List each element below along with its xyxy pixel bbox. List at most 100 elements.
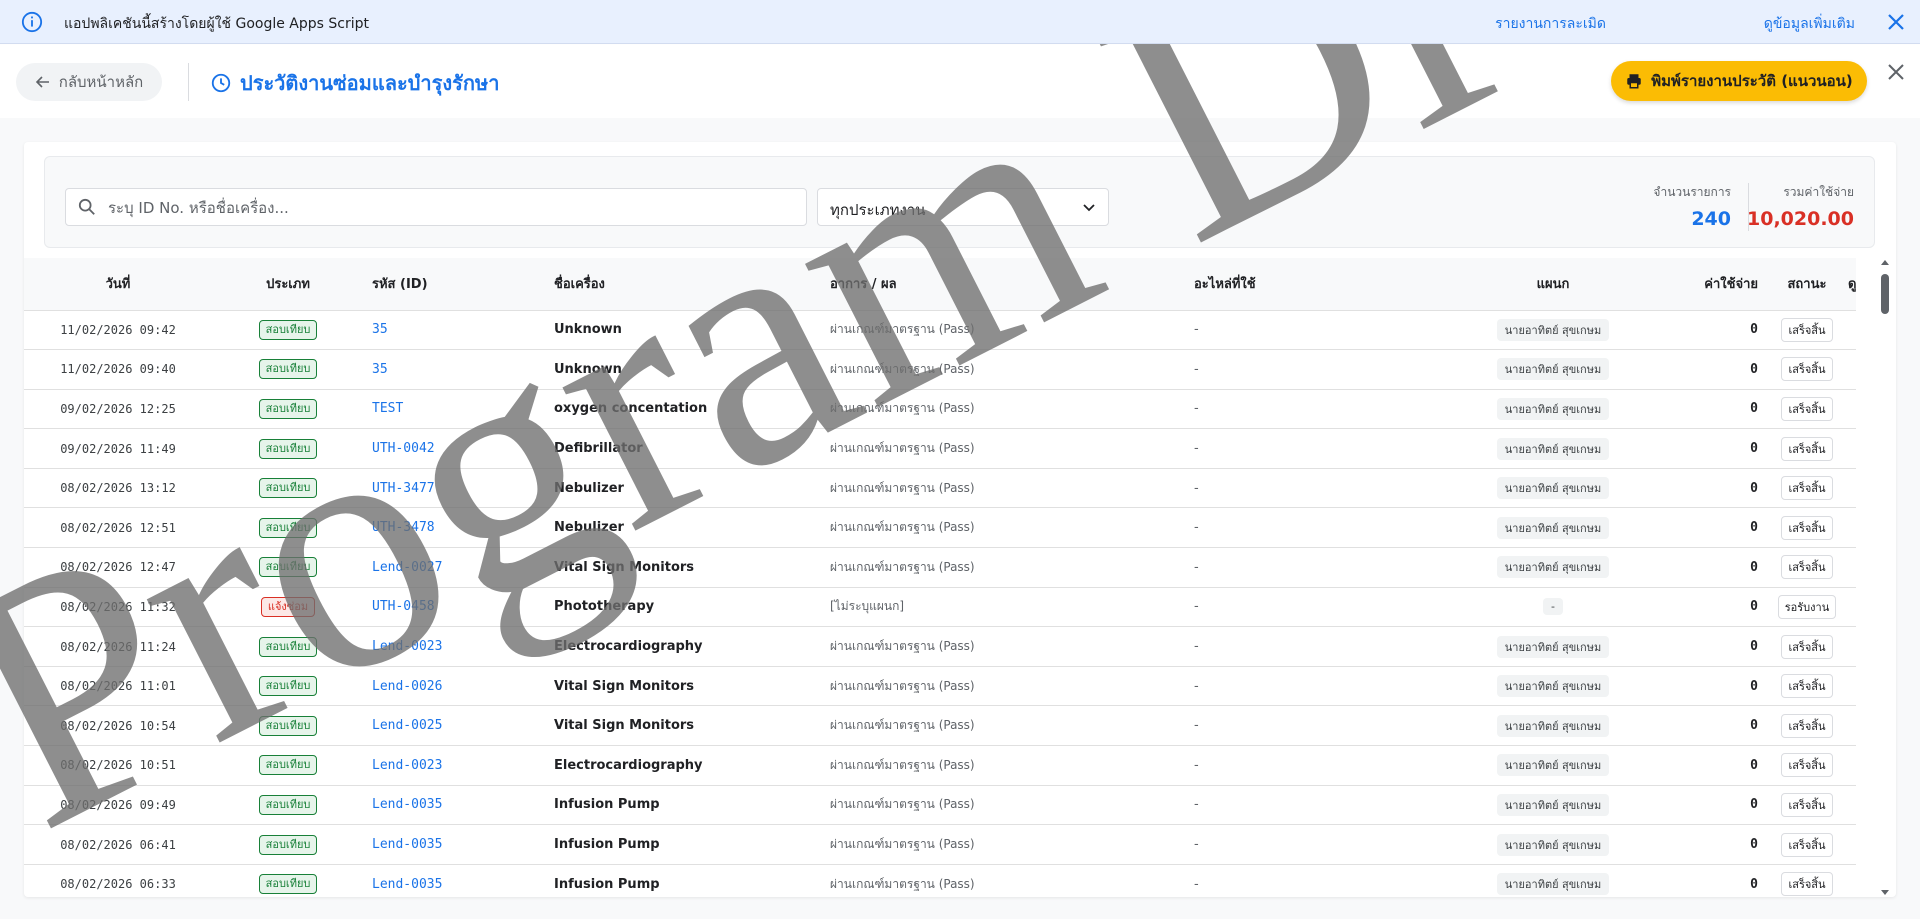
close-icon[interactable] <box>1886 12 1906 32</box>
close-icon[interactable] <box>1884 60 1908 84</box>
status-tag: เสร็จสิ้น <box>1781 674 1833 699</box>
report-abuse-link[interactable]: รายงานการละเมิด <box>1495 13 1606 35</box>
table-header-row: วันที่ ประเภท รหัส (ID) ชื่อเครื่อง อากา… <box>24 258 1856 311</box>
cell-tech: นายอาทิตย์ สุขเกษม <box>1456 310 1650 351</box>
type-select-value: ทุกประเภทงาน <box>830 201 926 219</box>
table-row[interactable]: 08/02/2026 11:24 สอบเทียบ Lend-0023 Elec… <box>24 626 1856 667</box>
cell-extra <box>1848 547 1856 588</box>
learn-more-link[interactable]: ดูข้อมูลเพิ่มเติม <box>1764 13 1855 35</box>
type-badge: สอบเทียบ <box>258 359 318 380</box>
table-scrollbar[interactable] <box>1880 258 1890 897</box>
table-row[interactable]: 11/02/2026 09:42 สอบเทียบ 35 Unknown ผ่า… <box>24 310 1856 351</box>
print-report-label: พิมพ์รายงานประวัติ (แนวนอน) <box>1651 72 1853 90</box>
cell-type: สอบเทียบ <box>212 864 364 897</box>
device-id-link[interactable]: Lend-0025 <box>372 718 442 733</box>
device-id-link[interactable]: Lend-0035 <box>372 797 442 812</box>
table-row[interactable]: 08/02/2026 10:54 สอบเทียบ Lend-0025 Vita… <box>24 705 1856 747</box>
cell-date: 09/02/2026 12:25 <box>24 389 212 430</box>
filter-bar: ทุกประเภทงาน จำนวนรายการ 240 รวมค่าใช้จ่… <box>44 156 1875 248</box>
cell-tech: นายอาทิตย์ สุขเกษม <box>1456 705 1650 747</box>
device-id-link[interactable]: TEST <box>372 401 403 416</box>
cell-status: เสร็จสิ้น <box>1766 785 1848 826</box>
cell-cost: 0 <box>1650 547 1766 588</box>
device-id-link[interactable]: UTH-3478 <box>372 520 435 535</box>
cell-status: เสร็จสิ้น <box>1766 389 1848 430</box>
device-id-link[interactable]: 35 <box>372 362 388 377</box>
cell-device-name: Vital Sign Monitors <box>546 547 822 588</box>
cell-device-name: Defibrillator <box>546 428 822 469</box>
history-table: วันที่ ประเภท รหัส (ID) ชื่อเครื่อง อากา… <box>24 258 1856 897</box>
cell-cost: 0 <box>1650 785 1766 826</box>
device-id-link[interactable]: Lend-0026 <box>372 679 442 694</box>
col-header-status[interactable]: สถานะ <box>1766 258 1848 311</box>
cell-date: 08/02/2026 12:51 <box>24 507 212 549</box>
col-header-date[interactable]: วันที่ <box>24 258 212 311</box>
search-input[interactable] <box>106 189 800 227</box>
search-box[interactable] <box>65 188 807 227</box>
table-row[interactable]: 08/02/2026 10:51 สอบเทียบ Lend-0023 Elec… <box>24 745 1856 786</box>
table-row[interactable]: 08/02/2026 09:49 สอบเทียบ Lend-0035 Infu… <box>24 785 1856 826</box>
cell-tech: นายอาทิตย์ สุขเกษม <box>1456 507 1650 549</box>
table-row[interactable]: 08/02/2026 12:51 สอบเทียบ UTH-3478 Nebul… <box>24 507 1856 549</box>
device-id-link[interactable]: Lend-0035 <box>372 837 442 852</box>
table-row[interactable]: 09/02/2026 11:49 สอบเทียบ UTH-0042 Defib… <box>24 428 1856 469</box>
table-row[interactable]: 11/02/2026 09:40 สอบเทียบ 35 Unknown ผ่า… <box>24 349 1856 390</box>
device-id-link[interactable]: Lend-0035 <box>372 877 442 892</box>
cell-symptom: ผ่านเกณฑ์มาตรฐาน (Pass) <box>822 666 1186 707</box>
table-row[interactable]: 08/02/2026 12:47 สอบเทียบ Lend-0027 Vita… <box>24 547 1856 588</box>
device-id-link[interactable]: UTH-0042 <box>372 441 435 456</box>
col-header-id[interactable]: รหัส (ID) <box>364 258 546 311</box>
table-row[interactable]: 08/02/2026 06:41 สอบเทียบ Lend-0035 Infu… <box>24 824 1856 865</box>
scroll-up-icon[interactable] <box>1881 258 1889 266</box>
cell-type: สอบเทียบ <box>212 428 364 469</box>
cell-tech: นายอาทิตย์ สุขเกษม <box>1456 666 1650 707</box>
tech-tag: นายอาทิตย์ สุขเกษม <box>1496 754 1610 777</box>
device-id-link[interactable]: UTH-3477 <box>372 481 435 496</box>
back-home-button[interactable]: กลับหน้าหลัก <box>16 63 162 101</box>
tech-tag: นายอาทิตย์ สุขเกษม <box>1496 556 1610 579</box>
cell-id: 35 <box>364 310 546 351</box>
cell-date: 08/02/2026 09:49 <box>24 785 212 826</box>
tech-tag: - <box>1543 598 1563 616</box>
device-id-link[interactable]: UTH-0458 <box>372 599 435 614</box>
cell-extra <box>1848 626 1856 667</box>
cell-extra <box>1848 785 1856 826</box>
table-row[interactable]: 08/02/2026 06:33 สอบเทียบ Lend-0035 Infu… <box>24 864 1856 897</box>
status-tag: เสร็จสิ้น <box>1781 317 1833 342</box>
device-id-link[interactable]: Lend-0027 <box>372 560 442 575</box>
arrow-left-icon <box>35 76 49 88</box>
scroll-down-icon[interactable] <box>1881 889 1889 897</box>
cell-cost: 0 <box>1650 705 1766 747</box>
cell-device-name: Nebulizer <box>546 507 822 549</box>
device-id-link[interactable]: Lend-0023 <box>372 639 442 654</box>
cell-parts: - <box>1186 310 1456 351</box>
col-header-cost[interactable]: ค่าใช้จ่าย <box>1650 258 1766 311</box>
table-row[interactable]: 09/02/2026 12:25 สอบเทียบ TEST oxygen co… <box>24 389 1856 430</box>
page-title-group: ประวัติงานซ่อมและบำรุงรักษา <box>210 67 499 99</box>
col-header-tech[interactable]: แผนก <box>1456 258 1650 311</box>
cell-device-name: Infusion Pump <box>546 824 822 865</box>
tech-tag: นายอาทิตย์ สุขเกษม <box>1496 714 1610 737</box>
col-header-type[interactable]: ประเภท <box>212 258 364 311</box>
search-icon <box>78 198 95 215</box>
cell-parts: - <box>1186 547 1456 588</box>
scroll-thumb[interactable] <box>1881 274 1889 314</box>
col-header-symptom[interactable]: อาการ / ผล <box>822 258 1186 311</box>
table-row[interactable]: 08/02/2026 11:32 แจ้งซ่อม UTH-0458 Photo… <box>24 587 1856 628</box>
cell-date: 11/02/2026 09:40 <box>24 349 212 390</box>
tech-tag: นายอาทิตย์ สุขเกษม <box>1496 516 1610 539</box>
cell-status: เสร็จสิ้น <box>1766 626 1848 667</box>
table-row[interactable]: 08/02/2026 13:12 สอบเทียบ UTH-3477 Nebul… <box>24 468 1856 509</box>
type-select[interactable]: ทุกประเภทงาน <box>817 188 1109 226</box>
cell-device-name: Electrocardiography <box>546 745 822 786</box>
device-id-link[interactable]: Lend-0023 <box>372 758 442 773</box>
col-header-parts[interactable]: อะไหล่ที่ใช้ <box>1186 258 1456 311</box>
cell-symptom: ผ่านเกณฑ์มาตรฐาน (Pass) <box>822 785 1186 826</box>
cell-extra <box>1848 824 1856 865</box>
table-row[interactable]: 08/02/2026 11:01 สอบเทียบ Lend-0026 Vita… <box>24 666 1856 707</box>
print-report-button[interactable]: พิมพ์รายงานประวัติ (แนวนอน) <box>1611 61 1867 101</box>
tech-tag: นายอาทิตย์ สุขเกษม <box>1496 793 1610 816</box>
col-header-name[interactable]: ชื่อเครื่อง <box>546 258 822 311</box>
device-id-link[interactable]: 35 <box>372 322 388 337</box>
col-header-extra[interactable]: ดู <box>1848 258 1856 311</box>
